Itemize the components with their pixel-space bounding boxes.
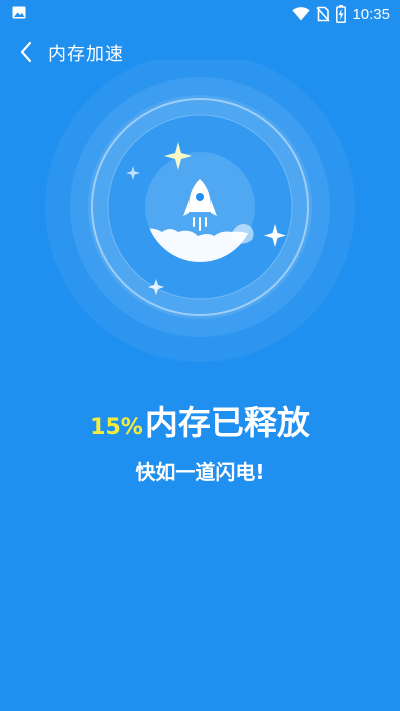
image-icon [12,6,26,19]
no-sim-icon [316,6,331,22]
status-bar: 10:35 [0,0,400,28]
released-message: 内存已释放 [144,403,310,442]
memory-boost-illustration [45,60,355,362]
wifi-icon [292,7,311,21]
released-percent: 15% [90,415,143,440]
status-time: 10:35 [352,5,390,23]
battery-charging-icon [336,5,347,23]
memory-released-status: 15%内存已释放 [0,396,400,444]
speed-subtitle: 快如一道闪电! [135,460,265,484]
